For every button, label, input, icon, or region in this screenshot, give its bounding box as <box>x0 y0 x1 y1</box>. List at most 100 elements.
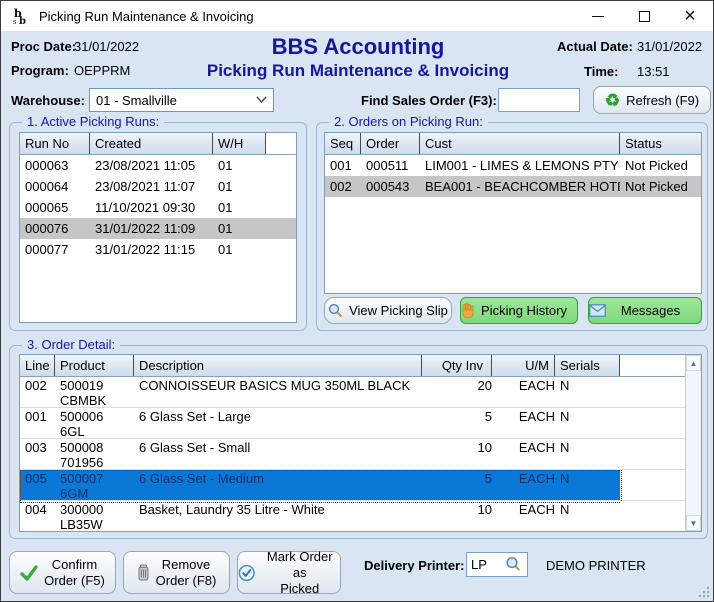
header-titles: BBS Accounting Picking Run Maintenance &… <box>158 34 558 81</box>
order-detail-row[interactable]: 004 300000LB35W Basket, Laundry 35 Litre… <box>20 501 685 532</box>
orders-table[interactable]: Seq Order Cust Status 001 000511 LIM001 … <box>324 132 702 294</box>
picking-run-row[interactable]: 000064 23/08/2021 11:07 01 <box>20 176 296 197</box>
cell-product: 5000066GL <box>55 408 134 438</box>
magnifier-icon <box>328 303 343 318</box>
cell-filler <box>620 439 685 469</box>
resize-grip[interactable] <box>699 587 709 597</box>
cell-seq: 002 <box>325 179 361 194</box>
cell-line: 001 <box>20 408 55 438</box>
cell-filler <box>620 501 685 531</box>
picking-runs-table[interactable]: Run No Created W/H 000063 23/08/2021 11:… <box>19 132 297 323</box>
cell-product: 300000LB35W <box>55 501 134 531</box>
cell-line: 003 <box>20 439 55 469</box>
cell-wh: 01 <box>213 200 266 215</box>
circled-check-icon <box>238 564 255 582</box>
orders-header: Seq Order Cust Status <box>325 133 701 155</box>
titlebar: b s b Picking Run Maintenance & Invoicin… <box>1 1 713 31</box>
maximize-button[interactable] <box>621 1 667 31</box>
scroll-down-icon: ▼ <box>690 519 698 528</box>
window-title: Picking Run Maintenance & Invoicing <box>39 9 254 24</box>
messages-button[interactable]: Messages <box>588 297 702 324</box>
program-value: OEPPRM <box>74 63 130 78</box>
picking-run-row-selected[interactable]: 000076 31/01/2022 11:09 01 <box>20 218 296 239</box>
hand-icon <box>461 303 475 318</box>
remove-order-button[interactable]: RemoveOrder (F8) <box>123 551 230 594</box>
app-logo-icon: b s b <box>11 6 31 26</box>
picking-run-row[interactable]: 000077 31/01/2022 11:15 01 <box>20 239 296 260</box>
picking-history-button[interactable]: Picking History <box>460 297 578 324</box>
actual-date-value: 31/01/2022 <box>637 39 702 54</box>
close-button[interactable]: × <box>667 1 713 31</box>
column-header-description[interactable]: Description <box>134 355 422 376</box>
confirm-order-label: ConfirmOrder (F5) <box>44 557 105 589</box>
cell-serials: N <box>555 439 620 469</box>
cell-serials: N <box>555 408 620 438</box>
picking-run-row[interactable]: 000063 23/08/2021 11:05 01 <box>20 155 296 176</box>
cell-wh: 01 <box>213 179 266 194</box>
cell-qty-inv: 20 <box>422 377 492 407</box>
warehouse-selected-value: 01 - Smallville <box>96 93 177 108</box>
vertical-scrollbar[interactable]: ▲ ▼ <box>685 355 701 531</box>
order-detail-table[interactable]: Line Product Description Qty Inv U/M Ser… <box>19 354 702 532</box>
refresh-button[interactable]: ♻ Refresh (F9) <box>593 86 711 114</box>
cell-created: 31/01/2022 11:09 <box>90 221 213 236</box>
cell-product: 500019CBMBK <box>55 377 134 407</box>
minimize-button[interactable] <box>575 1 621 31</box>
printer-lookup-magnifier-icon[interactable] <box>505 556 521 572</box>
column-header-order[interactable]: Order <box>361 133 420 154</box>
picking-runs-header: Run No Created W/H <box>20 133 296 155</box>
order-detail-row-selected[interactable]: 005 5000076GM 6 Glass Set - Medium 5 EAC… <box>20 470 685 501</box>
find-sales-order-label: Find Sales Order (F3): <box>361 93 497 108</box>
confirm-order-button[interactable]: ConfirmOrder (F5) <box>9 551 116 594</box>
find-sales-order-input[interactable] <box>498 88 580 112</box>
cell-serials: N <box>555 470 620 500</box>
cell-run-no: 000064 <box>20 179 90 194</box>
column-header-created[interactable]: Created <box>90 133 213 154</box>
column-header-status[interactable]: Status <box>620 133 701 154</box>
trash-bin-icon <box>137 564 150 581</box>
order-row-selected[interactable]: 002 000543 BEA001 - BEACHCOMBER HOTE... … <box>325 176 701 197</box>
minimize-icon <box>592 16 604 17</box>
cell-line: 002 <box>20 377 55 407</box>
view-picking-slip-button[interactable]: View Picking Slip <box>324 297 452 324</box>
column-header-cust[interactable]: Cust <box>420 133 620 154</box>
column-header-line[interactable]: Line <box>20 355 55 376</box>
column-header-run-no[interactable]: Run No <box>20 133 90 154</box>
cell-product: 5000076GM <box>55 470 134 500</box>
scroll-up-icon: ▲ <box>690 359 698 368</box>
order-detail-group: 3. Order Detail: Line Product Descriptio… <box>9 345 708 539</box>
close-icon: × <box>684 6 696 26</box>
cell-seq: 001 <box>325 158 361 173</box>
picking-run-row[interactable]: 000065 11/10/2021 09:30 01 <box>20 197 296 218</box>
column-header-wh[interactable]: W/H <box>213 133 266 154</box>
cell-um: EACH <box>492 439 555 469</box>
program-label: Program: <box>11 63 69 78</box>
column-header-um[interactable]: U/M <box>492 355 555 376</box>
cell-qty-inv: 5 <box>422 470 492 500</box>
mark-order-picked-button[interactable]: Mark Order asPicked <box>237 551 341 594</box>
column-header-qty-inv[interactable]: Qty Inv <box>422 355 492 376</box>
order-row[interactable]: 001 000511 LIM001 - LIMES & LEMONS PTY L… <box>325 155 701 176</box>
orders-on-picking-run-group: 2. Orders on Picking Run: Seq Order Cust… <box>316 122 708 331</box>
order-detail-row[interactable]: 003 500008701956 6 Glass Set - Small 10 … <box>20 439 685 470</box>
scroll-up-button[interactable]: ▲ <box>686 355 701 371</box>
column-header-serials[interactable]: Serials <box>555 355 620 376</box>
column-header-product[interactable]: Product <box>55 355 134 376</box>
cell-created: 23/08/2021 11:05 <box>90 158 213 173</box>
cell-description: CONNOISSEUR BASICS MUG 350ML BLACK <box>134 377 422 407</box>
order-detail-row[interactable]: 002 500019CBMBK CONNOISSEUR BASICS MUG 3… <box>20 377 685 408</box>
app-window: b s b Picking Run Maintenance & Invoicin… <box>0 0 714 602</box>
cell-order: 000543 <box>361 179 420 194</box>
cell-run-no: 000077 <box>20 242 90 257</box>
cell-created: 11/10/2021 09:30 <box>90 200 213 215</box>
cell-um: EACH <box>492 408 555 438</box>
cell-line: 004 <box>20 501 55 531</box>
scroll-down-button[interactable]: ▼ <box>686 515 701 531</box>
screen-title: Picking Run Maintenance & Invoicing <box>158 61 558 81</box>
actual-date-label: Actual Date: <box>557 39 633 54</box>
cell-filler <box>620 470 685 500</box>
recycle-icon: ♻ <box>605 92 620 109</box>
column-header-seq[interactable]: Seq <box>325 133 361 154</box>
warehouse-select[interactable]: 01 - Smallville <box>89 88 274 112</box>
order-detail-row[interactable]: 001 5000066GL 6 Glass Set - Large 5 EACH… <box>20 408 685 439</box>
